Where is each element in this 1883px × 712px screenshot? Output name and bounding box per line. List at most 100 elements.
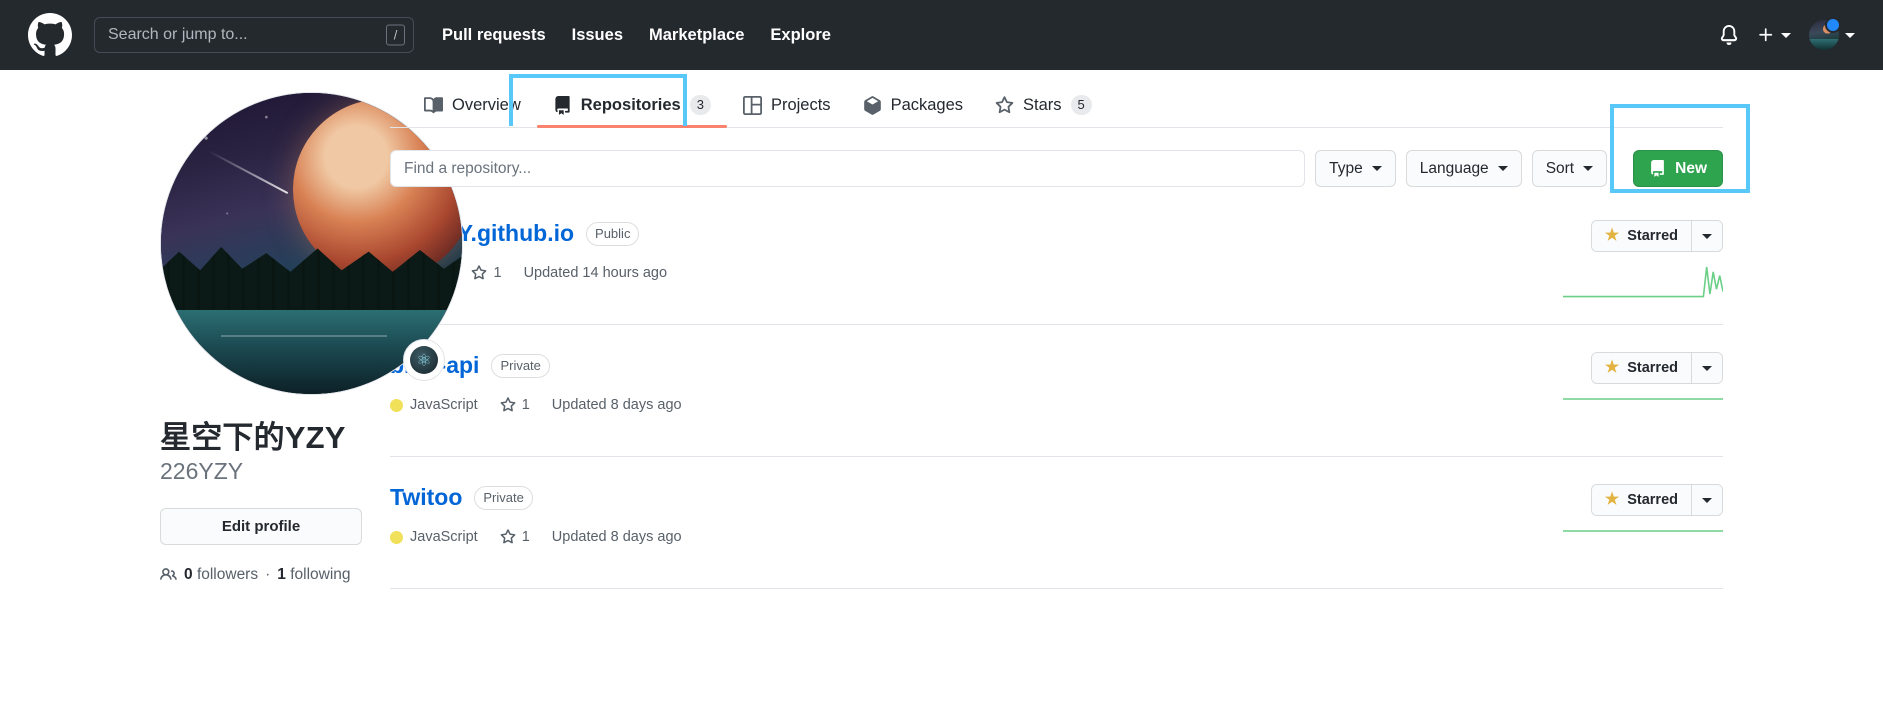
following-link[interactable]: 1 following bbox=[277, 566, 350, 584]
star-count-label: 1 bbox=[493, 265, 502, 281]
star-icon bbox=[995, 95, 1014, 115]
profile-username: 226YZY bbox=[160, 458, 244, 485]
language-color-dot-icon bbox=[390, 398, 403, 412]
nav-marketplace[interactable]: Marketplace bbox=[649, 26, 744, 45]
repository-visibility-badge: Public bbox=[586, 221, 640, 246]
starred-button-label: Starred bbox=[1627, 228, 1678, 244]
chevron-down-icon[interactable] bbox=[1845, 32, 1855, 38]
find-repository-input[interactable] bbox=[390, 150, 1306, 187]
tab-label: Packages bbox=[890, 96, 964, 114]
new-repository-button[interactable]: New bbox=[1633, 150, 1723, 187]
star-dropdown-button[interactable] bbox=[1691, 221, 1722, 251]
repository-actions: ★ Starred bbox=[1543, 352, 1723, 432]
global-search[interactable]: / bbox=[94, 17, 414, 53]
chevron-down-icon bbox=[1702, 497, 1712, 503]
repository-language: JavaScript bbox=[390, 529, 478, 545]
repository-actions: ★ Starred bbox=[1543, 220, 1723, 300]
people-icon bbox=[160, 566, 177, 583]
repository-star-count[interactable]: 1 bbox=[500, 529, 530, 545]
nav-pull-requests[interactable]: Pull requests bbox=[442, 26, 546, 45]
repository-info: Twitoo Private JavaScript 1 Updated 8 days a… bbox=[390, 484, 1543, 545]
page-body: ⚛ 星空下的YZY 226YZY Edit profile 0 follower… bbox=[0, 70, 1883, 589]
chevron-down-icon[interactable] bbox=[1781, 32, 1791, 38]
status-badge[interactable]: ⚛ bbox=[403, 339, 445, 381]
followers-label: followers bbox=[196, 565, 259, 583]
profile-sidebar: ⚛ 星空下的YZY 226YZY Edit profile 0 follower… bbox=[0, 70, 463, 589]
language-filter-label: Language bbox=[1419, 159, 1489, 177]
followers-count: 0 bbox=[184, 565, 193, 583]
new-button-label: New bbox=[1675, 159, 1707, 177]
bell-icon[interactable] bbox=[1719, 25, 1739, 45]
separator: · bbox=[265, 565, 271, 583]
star-outline-icon bbox=[471, 265, 487, 281]
edit-profile-button[interactable]: Edit profile bbox=[160, 507, 362, 545]
following-label: following bbox=[290, 565, 351, 583]
star-button-group: ★ Starred bbox=[1590, 352, 1723, 384]
repo-filters: Type Language Sort New bbox=[390, 104, 1750, 193]
tab-repositories[interactable]: Repositories 3 bbox=[536, 95, 728, 128]
starred-button[interactable]: ★ Starred bbox=[1591, 221, 1691, 251]
repository-title-row: Twitoo Private bbox=[390, 484, 1543, 511]
chevron-down-icon bbox=[1702, 365, 1712, 371]
repo-icon bbox=[1649, 160, 1666, 177]
followers-row: 0 followers · 1 following bbox=[160, 566, 362, 584]
type-filter-label: Type bbox=[1329, 159, 1363, 177]
star-dropdown-button[interactable] bbox=[1691, 485, 1722, 515]
sort-filter-label: Sort bbox=[1545, 159, 1575, 177]
notification-dot bbox=[1825, 17, 1841, 33]
book-icon bbox=[424, 96, 443, 115]
repository-updated-time: Updated 14 hours ago bbox=[523, 265, 668, 281]
profile-name: 星空下的YZY bbox=[160, 420, 346, 455]
tab-count: 5 bbox=[1070, 95, 1092, 115]
repository-language: JavaScript bbox=[390, 397, 478, 413]
profile-tabs: Overview Repositories 3 Projects Package… bbox=[390, 70, 1723, 128]
following-count: 1 bbox=[277, 565, 286, 583]
star-count-label: 1 bbox=[521, 397, 530, 413]
repository-actions: ★ Starred bbox=[1543, 484, 1723, 564]
search-input[interactable] bbox=[94, 17, 414, 53]
nav-explore[interactable]: Explore bbox=[770, 26, 831, 45]
repository-meta: JavaScript 1 Updated 8 days ago bbox=[390, 397, 1543, 413]
tab-packages[interactable]: Packages bbox=[847, 96, 979, 127]
repository-list: 226YZY.github.ioPublicHTML1Updated 14 ho… bbox=[390, 193, 1723, 589]
followers-link[interactable]: 0 followers bbox=[184, 566, 258, 584]
github-mark-icon bbox=[28, 13, 72, 57]
tab-projects[interactable]: Projects bbox=[727, 96, 847, 127]
tab-overview[interactable]: Overview bbox=[408, 96, 537, 127]
header-nav: Pull requests Issues Marketplace Explore bbox=[442, 26, 831, 45]
create-new-menu[interactable] bbox=[1757, 26, 1791, 44]
star-count-label: 1 bbox=[521, 529, 530, 545]
star-dropdown-button[interactable] bbox=[1691, 353, 1722, 383]
slash-shortcut-hint: / bbox=[386, 24, 405, 46]
nav-issues[interactable]: Issues bbox=[572, 26, 623, 45]
repository-name-link[interactable]: Twitoo bbox=[390, 484, 462, 511]
type-filter-button[interactable]: Type bbox=[1315, 150, 1396, 187]
tab-label: Projects bbox=[770, 96, 831, 114]
sort-filter-button[interactable]: Sort bbox=[1531, 150, 1608, 187]
user-menu[interactable] bbox=[1809, 17, 1855, 50]
repository-star-count[interactable]: 1 bbox=[471, 265, 502, 281]
tab-stars[interactable]: Stars 5 bbox=[979, 95, 1108, 127]
repository-visibility-badge: Private bbox=[491, 353, 550, 378]
language-label: JavaScript bbox=[410, 529, 478, 545]
repository-info: 226YZY.github.ioPublicHTML1Updated 14 ho… bbox=[390, 220, 1543, 281]
chevron-down-icon bbox=[1497, 166, 1508, 171]
language-filter-button[interactable]: Language bbox=[1405, 150, 1522, 187]
main-content: Overview Repositories 3 Projects Package… bbox=[390, 70, 1883, 589]
github-logo-link[interactable] bbox=[28, 13, 72, 57]
starred-button[interactable]: ★ Starred bbox=[1591, 353, 1691, 383]
repository-title-row: 226YZY.github.io Public bbox=[390, 220, 1543, 247]
starred-button[interactable]: ★ Starred bbox=[1591, 485, 1691, 515]
commit-activity-sparkline bbox=[1563, 530, 1723, 532]
starred-button-label: Starred bbox=[1627, 492, 1678, 508]
status-emoji-icon: ⚛ bbox=[410, 346, 438, 374]
plus-icon[interactable] bbox=[1757, 26, 1775, 44]
language-label: JavaScript bbox=[410, 397, 478, 413]
project-icon bbox=[742, 96, 762, 115]
star-filled-icon: ★ bbox=[1604, 359, 1620, 376]
star-outline-icon bbox=[500, 529, 516, 545]
repository-item: blog-apiPrivate JavaScript 1 Updated 8 days… bbox=[390, 325, 1723, 457]
star-button-group: ★ Starred bbox=[1590, 220, 1723, 252]
repository-star-count[interactable]: 1 bbox=[500, 397, 530, 413]
repository-item: Twitoo Private JavaScript 1 Updated 8 days a… bbox=[390, 457, 1723, 589]
